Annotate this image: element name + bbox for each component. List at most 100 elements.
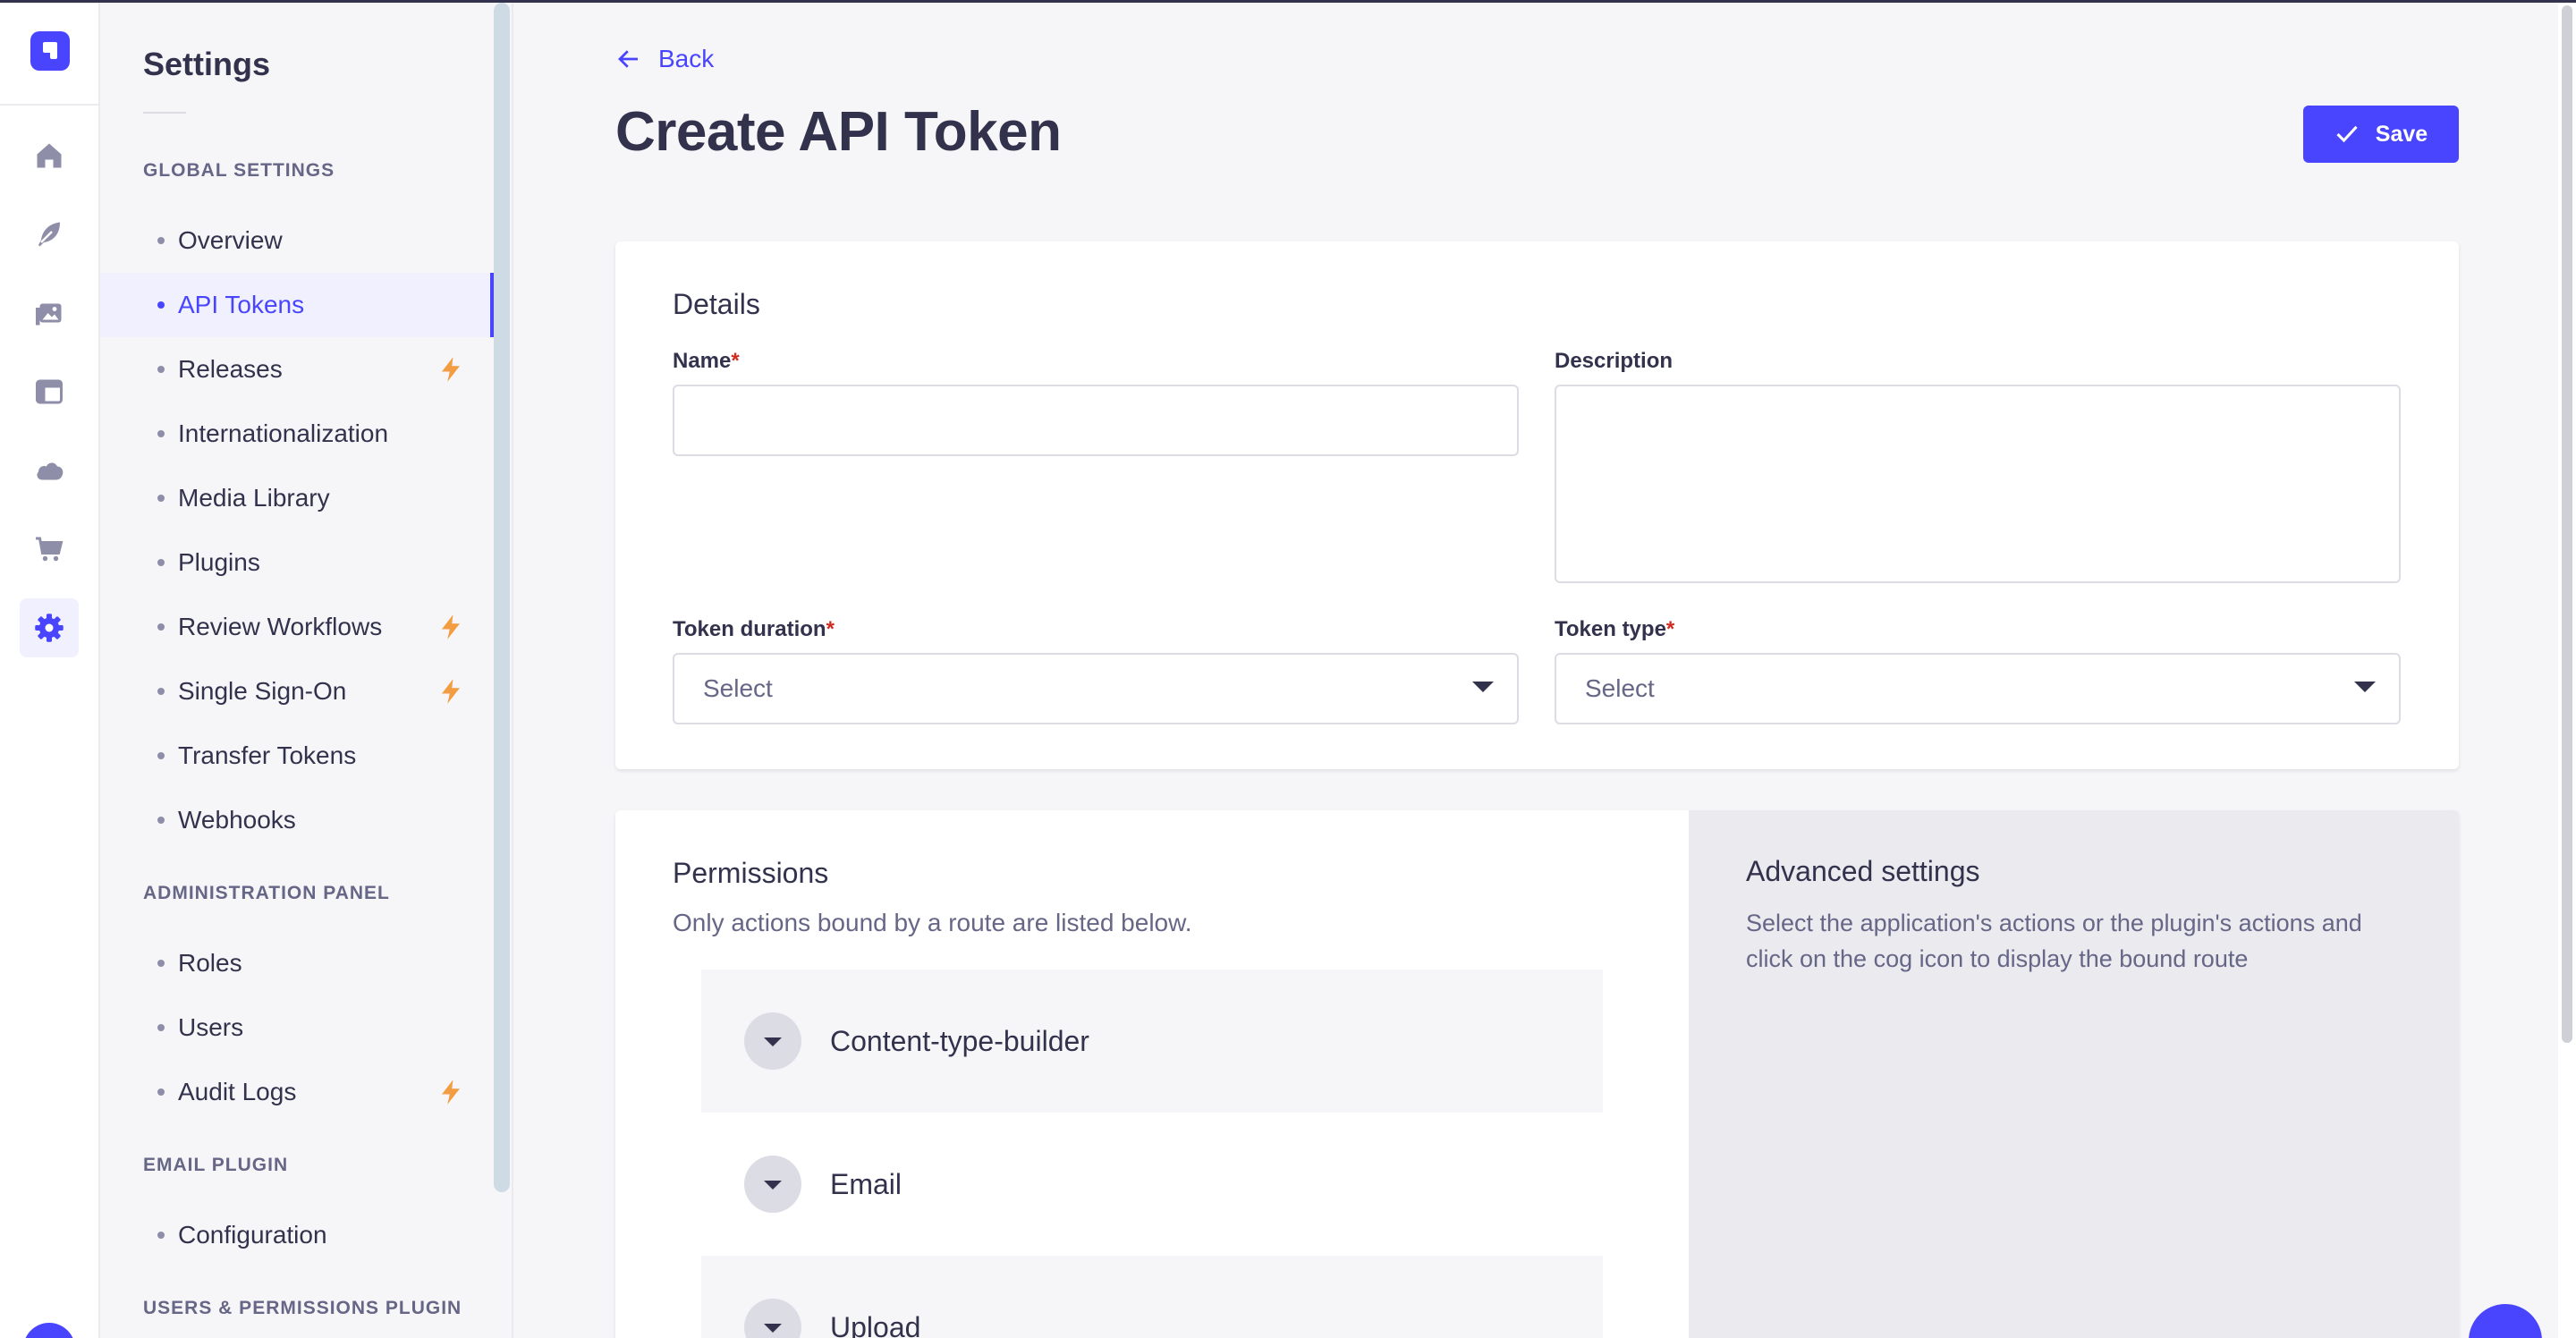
- advanced-settings-text: Select the application's actions or the …: [1746, 910, 2362, 972]
- nav-item-single-sign-on[interactable]: Single Sign-On: [100, 659, 494, 724]
- section-label-users-permissions-plugin: USERS & PERMISSIONS PLUGIN: [143, 1298, 462, 1318]
- rail-marketplace-button[interactable]: [20, 520, 79, 579]
- details-card: Details Name* Description Token duration…: [615, 241, 2459, 769]
- nav-item-overview[interactable]: Overview: [100, 208, 494, 273]
- nav-item-label: Plugins: [178, 548, 260, 576]
- permissions-title: Permissions: [673, 857, 829, 889]
- user-avatar[interactable]: [23, 1323, 75, 1338]
- nav-item-label: Roles: [178, 949, 242, 977]
- home-icon: [37, 143, 62, 168]
- nav-item-transfer-tokens[interactable]: Transfer Tokens: [100, 724, 494, 788]
- nav-item-label: Transfer Tokens: [178, 741, 357, 769]
- accordion-content-type-builder[interactable]: Content-type-builder: [701, 970, 1603, 1113]
- section-label-email-plugin: EMAIL PLUGIN: [143, 1155, 289, 1175]
- save-button-label: Save: [2375, 121, 2428, 147]
- token-type-select[interactable]: Select: [1555, 653, 2401, 724]
- name-label-text: Name: [673, 349, 732, 373]
- nav-item-label: Overview: [178, 226, 283, 254]
- token-type-label: Token type*: [1555, 617, 1674, 642]
- bullet-dot: [157, 1088, 165, 1096]
- rail-content-type-builder-button[interactable]: [20, 362, 79, 421]
- nav-item-media-library[interactable]: Media Library: [100, 466, 494, 530]
- nav-item-label: API Tokens: [178, 291, 305, 318]
- bullet-dot: [157, 688, 165, 695]
- nav-item-roles[interactable]: Roles: [100, 931, 494, 995]
- bullet-dot: [157, 559, 165, 566]
- bullet-dot: [157, 366, 165, 373]
- lightning-icon: [442, 1080, 460, 1105]
- feather-icon: [38, 222, 60, 247]
- subnav-scrollbar[interactable]: [494, 3, 510, 1192]
- chevron-down-icon[interactable]: [744, 1299, 801, 1338]
- nav-item-label: Review Workflows: [178, 613, 383, 640]
- required-mark: *: [1665, 617, 1675, 641]
- details-title: Details: [673, 288, 760, 320]
- subnav-title: Settings: [143, 46, 271, 82]
- rail-settings-button[interactable]: [20, 598, 79, 657]
- required-mark: *: [826, 617, 835, 641]
- caret-down-icon: [2354, 682, 2376, 692]
- accordion-email[interactable]: Email: [701, 1113, 1603, 1256]
- nav-item-api-tokens[interactable]: API Tokens: [100, 273, 494, 337]
- bullet-dot: [157, 960, 165, 967]
- description-field[interactable]: [1555, 385, 2401, 583]
- name-field[interactable]: [673, 385, 1519, 456]
- nav-item-configuration[interactable]: Configuration: [100, 1203, 494, 1267]
- bullet-dot: [157, 1232, 165, 1239]
- app-logo[interactable]: [30, 31, 70, 71]
- nav-item-releases[interactable]: Releases: [100, 337, 494, 402]
- back-link-label: Back: [658, 45, 715, 72]
- bullet-dot: [157, 623, 165, 631]
- lightning-icon: [442, 679, 460, 704]
- accordion-label: Email: [830, 1168, 902, 1200]
- nav-item-label: Releases: [178, 355, 283, 383]
- settings-subnav: Settings GLOBAL SETTINGS Overview API To…: [100, 3, 513, 1338]
- nav-item-label: Media Library: [178, 484, 330, 512]
- required-mark: *: [731, 349, 740, 373]
- token-type-label-text: Token type: [1555, 617, 1666, 641]
- lightning-icon: [442, 357, 460, 382]
- chevron-down-icon[interactable]: [744, 1156, 801, 1213]
- token-duration-label: Token duration*: [673, 617, 835, 642]
- accordion-label: Upload: [830, 1311, 921, 1338]
- nav-item-review-workflows[interactable]: Review Workflows: [100, 595, 494, 659]
- name-label: Name*: [673, 349, 740, 374]
- section-label-administration-panel: ADMINISTRATION PANEL: [143, 883, 390, 903]
- bullet-dot: [157, 237, 165, 244]
- nav-item-users[interactable]: Users: [100, 995, 494, 1060]
- token-duration-select[interactable]: Select: [673, 653, 1519, 724]
- permissions-card: Permissions Only actions bound by a rout…: [615, 810, 2459, 1338]
- main-nav-rail: [0, 3, 100, 1338]
- page-title: Create API Token: [615, 101, 1062, 163]
- accordion-upload[interactable]: Upload: [701, 1256, 1603, 1338]
- subnav-title-divider: [143, 112, 186, 114]
- rail-home-button[interactable]: [20, 126, 79, 185]
- nav-item-label: Internationalization: [178, 419, 389, 447]
- arrow-left-icon: [618, 50, 638, 68]
- nav-item-label: Users: [178, 1013, 244, 1041]
- rail-cloud-button[interactable]: [20, 441, 79, 500]
- caret-down-icon: [1472, 682, 1494, 692]
- nav-item-audit-logs[interactable]: Audit Logs: [100, 1060, 494, 1124]
- nav-item-plugins[interactable]: Plugins: [100, 530, 494, 595]
- save-button[interactable]: Save: [2303, 106, 2459, 163]
- cog-icon: [35, 614, 64, 642]
- layout-icon: [36, 379, 63, 404]
- page-scrollbar-thumb[interactable]: [2562, 5, 2572, 1043]
- back-link[interactable]: Back: [615, 45, 714, 73]
- lightning-icon: [442, 614, 460, 639]
- rail-media-library-button[interactable]: [20, 284, 79, 343]
- nav-item-label: Configuration: [178, 1221, 327, 1249]
- advanced-settings-title: Advanced settings: [1746, 855, 1980, 887]
- chevron-down-icon[interactable]: [744, 1012, 801, 1070]
- permissions-panel: Permissions Only actions bound by a rout…: [615, 810, 1689, 1338]
- help-button[interactable]: [2469, 1304, 2542, 1338]
- token-duration-label-text: Token duration: [673, 617, 826, 641]
- nav-item-internationalization[interactable]: Internationalization: [100, 402, 494, 466]
- bullet-dot: [157, 301, 165, 309]
- bullet-dot: [157, 495, 165, 502]
- nav-item-webhooks[interactable]: Webhooks: [100, 788, 494, 852]
- bullet-dot: [157, 1024, 165, 1031]
- rail-content-manager-button[interactable]: [20, 205, 79, 264]
- cart-icon: [36, 537, 64, 562]
